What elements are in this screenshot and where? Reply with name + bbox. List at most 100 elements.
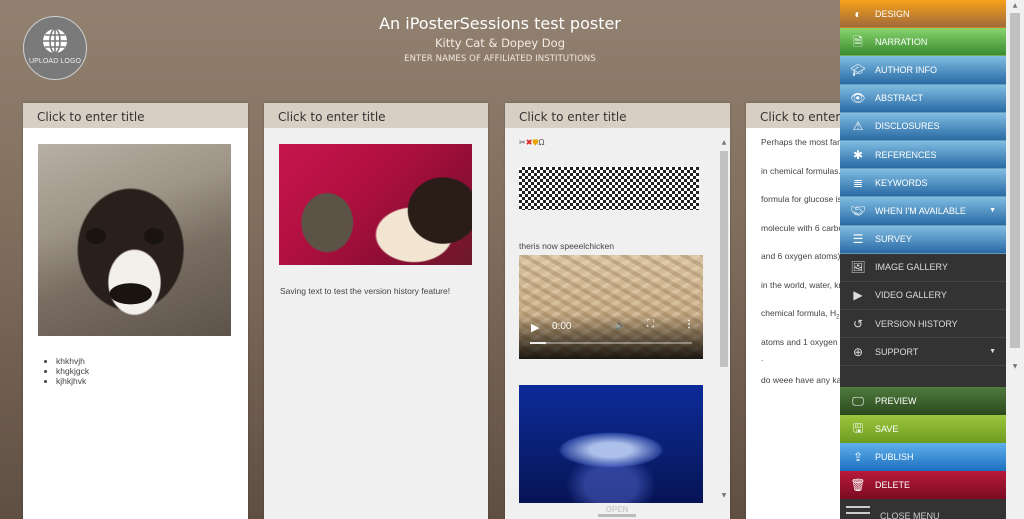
play-icon[interactable]: ▶ xyxy=(531,321,539,334)
eye-icon: 👁︎ xyxy=(850,91,866,106)
menu-label: REFERENCES xyxy=(875,149,937,160)
warning-icon: ⚠︎ xyxy=(852,119,864,134)
fullscreen-icon[interactable]: ⛶ xyxy=(647,319,654,330)
scroll-up-icon[interactable]: ▲ xyxy=(720,139,728,146)
panel-title[interactable]: Click to enter title xyxy=(264,103,488,128)
menu-label: VIDEO GALLERY xyxy=(875,290,947,301)
panel-text[interactable]: Perhaps the most fam in chemical formula… xyxy=(761,137,845,403)
globe-icon xyxy=(43,27,67,54)
menu-item-survey[interactable]: ☰ SURVEY xyxy=(840,225,1006,254)
menu-item-narration[interactable]: 🗎 NARRATION xyxy=(840,28,1006,57)
poster-authors[interactable]: Kitty Cat & Dopey Dog xyxy=(340,35,660,52)
image-icon: 🖼︎ xyxy=(850,260,866,275)
subscript: 2 xyxy=(836,314,840,321)
text-line: . xyxy=(761,352,764,363)
menu-list: ◐ DESIGN 🗎 NARRATION 🎓︎ AUTHOR INFO 👁︎ ABSTR… xyxy=(840,0,1006,372)
menu-item-design[interactable]: ◐ DESIGN xyxy=(840,0,1006,29)
panel-text[interactable]: Saving text to test the version history … xyxy=(280,286,450,296)
upload-logo-button[interactable]: UPLOAD LOGO xyxy=(23,16,87,80)
video-player[interactable]: ▶ 0:00 🔈 ⛶ ⋮ xyxy=(519,255,703,359)
asterisk-icon: ✱ xyxy=(852,147,864,162)
menu-item-support[interactable]: ⊕ SUPPORT ▼ xyxy=(840,338,1006,367)
poster-panel-4: Click to enter title Perhaps the most fa… xyxy=(746,103,846,519)
handshake-icon: 🤝︎ xyxy=(850,203,866,218)
menu-item-image-gallery[interactable]: 🖼︎ IMAGE GALLERY xyxy=(840,253,1006,282)
caret-down-icon: ▼ xyxy=(989,207,996,215)
video-progress-fill xyxy=(530,342,547,344)
text-line: Perhaps the most fam xyxy=(761,137,845,147)
scroll-down-icon[interactable]: ▼ xyxy=(720,492,728,499)
menu-label: DESIGN xyxy=(875,8,910,19)
bullet-list: khkhvjh khgkjgck kjhkjhvk xyxy=(56,356,89,386)
menu-item-author-info[interactable]: 🎓︎ AUTHOR INFO xyxy=(840,56,1006,85)
panel-caption[interactable]: theris now speeelchicken xyxy=(519,241,614,251)
text-line: atoms and 1 oxygen a xyxy=(761,336,845,347)
floppy-icon: 🖫 xyxy=(852,420,864,435)
scissors-icon: ✂ xyxy=(519,138,526,147)
poster-institutions[interactable]: ENTER NAMES OF AFFILIATED INSTITUTIONS xyxy=(340,52,660,66)
menu-item-video-gallery[interactable]: ▶ VIDEO GALLERY xyxy=(840,281,1006,311)
menu-item-abstract[interactable]: 👁︎ ABSTRACT xyxy=(840,84,1006,113)
text-line: do weee have any ka xyxy=(761,374,842,385)
text-span: chemical formula, H xyxy=(761,308,837,318)
text-line: in the world, water, kn xyxy=(761,279,844,290)
video-camera-icon: ▶ xyxy=(853,288,863,303)
menu-label: NARRATION xyxy=(875,36,928,47)
panel-title[interactable]: Click to enter title xyxy=(23,103,248,128)
menu-label: VERSION HISTORY xyxy=(875,318,958,329)
scrollbar-thumb[interactable] xyxy=(1010,13,1020,348)
menu-actions: 🖵 PREVIEW 🖫 SAVE ⇪ PUBLISH 🗑︎ DELETE xyxy=(840,387,1006,499)
button-label: PREVIEW xyxy=(875,396,917,406)
dog-image[interactable] xyxy=(38,144,231,336)
list-icon: ☰ xyxy=(852,232,864,247)
panel-scrollbar[interactable]: ▲ ▼ xyxy=(720,139,728,499)
volume-icon[interactable]: 🔈 xyxy=(614,320,626,331)
panel-title[interactable]: Click to enter title xyxy=(746,103,846,128)
scroll-down-icon[interactable]: ▼ xyxy=(1006,363,1024,370)
jellyfish-image[interactable] xyxy=(519,385,703,503)
trash-icon: 🗑︎ xyxy=(850,478,866,492)
open-button[interactable]: OPEN xyxy=(598,505,636,517)
menu-label: IMAGE GALLERY xyxy=(875,262,948,273)
menu-scrollbar[interactable]: ▲ ▼ xyxy=(1006,0,1024,372)
preview-button[interactable]: 🖵 PREVIEW xyxy=(840,387,1006,415)
omega-icon: Ω xyxy=(538,138,545,147)
menu-item-keywords[interactable]: ≣ KEYWORDS xyxy=(840,169,1006,198)
monitor-icon: 🖵 xyxy=(852,393,864,408)
close-menu-button[interactable]: CLOSE MENU xyxy=(840,500,1006,519)
more-options-icon[interactable]: ⋮ xyxy=(684,319,694,330)
lifebuoy-icon: ⊕ xyxy=(852,344,864,359)
text-line: molecule with 6 carbo xyxy=(761,222,844,233)
button-label: PUBLISH xyxy=(875,452,914,462)
menu-label: AUTHOR INFO xyxy=(875,64,937,75)
special-symbols: ✂✖⛊Ω xyxy=(519,138,545,148)
video-progress-bar[interactable] xyxy=(530,342,692,344)
menu-item-when-available[interactable]: 🤝︎ WHEN I'M AVAILABLE ▼ xyxy=(840,197,1006,226)
poster-title[interactable]: An iPosterSessions test poster xyxy=(340,13,660,35)
list-item: khkhvjh xyxy=(56,356,89,366)
audio-file-icon: 🗎 xyxy=(853,34,863,49)
menu-label: KEYWORDS xyxy=(875,177,928,188)
menu-label: WHEN I'M AVAILABLE xyxy=(875,205,966,216)
hamburger-icon xyxy=(846,506,870,518)
save-button[interactable]: 🖫 SAVE xyxy=(840,415,1006,443)
history-icon: ↺ xyxy=(852,316,864,331)
menu-label: SURVEY xyxy=(875,234,912,245)
contrast-icon: ◐ xyxy=(854,6,862,21)
menu-item-references[interactable]: ✱ REFERENCES xyxy=(840,140,1006,170)
menu-item-disclosures[interactable]: ⚠︎ DISCLOSURES xyxy=(840,112,1006,141)
delete-button[interactable]: 🗑︎ DELETE xyxy=(840,471,1006,499)
checkerboard-image[interactable] xyxy=(519,167,699,210)
menu-label: SUPPORT xyxy=(875,346,919,357)
menu-item-version-history[interactable]: ↺ VERSION HISTORY xyxy=(840,310,1006,339)
text-line: formula for glucose is xyxy=(761,194,842,204)
poster-panel-2: Click to enter title Saving text to test… xyxy=(264,103,488,519)
panel-title[interactable]: Click to enter title xyxy=(505,103,730,128)
menu-label: DISCLOSURES xyxy=(875,121,940,132)
button-label: DELETE xyxy=(875,480,911,490)
publish-button[interactable]: ⇪ PUBLISH xyxy=(840,443,1006,471)
close-menu-label: CLOSE MENU xyxy=(880,511,940,519)
cat-dog-image[interactable] xyxy=(279,144,472,265)
scroll-up-icon[interactable]: ▲ xyxy=(1006,2,1024,9)
scrollbar-thumb[interactable] xyxy=(720,151,728,367)
